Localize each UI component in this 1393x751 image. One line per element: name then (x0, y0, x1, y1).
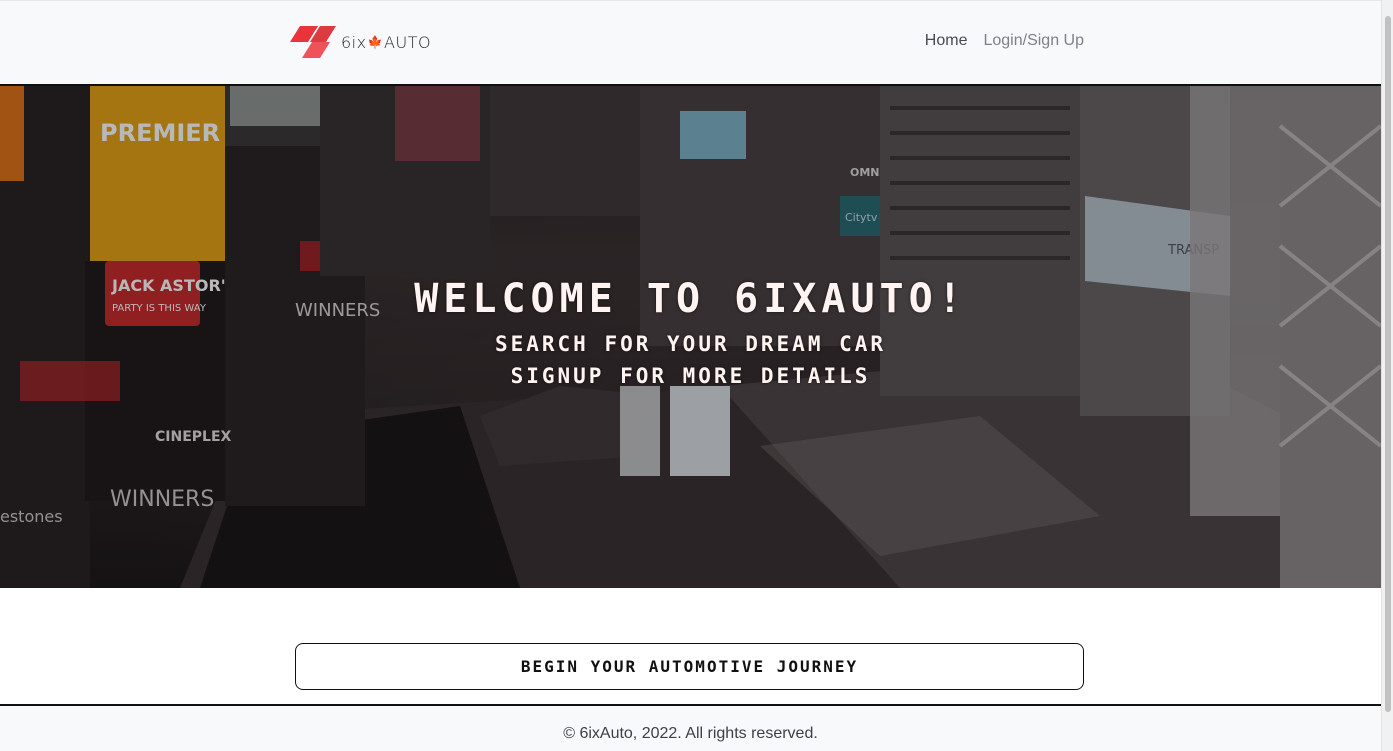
vertical-scrollbar[interactable] (1381, 0, 1393, 751)
footer-copyright: © 6ixAuto, 2022. All rights reserved. (563, 725, 818, 742)
top-navbar: 6ix 🍁 AUTO Home Login/Sign Up (0, 0, 1381, 86)
begin-journey-button[interactable]: BEGIN YOUR AUTOMOTIVE JOURNEY (295, 643, 1084, 690)
hero-title: WELCOME TO 6IXAUTO! (414, 276, 967, 322)
main-nav: Home Login/Sign Up (925, 32, 1084, 50)
nav-home-link[interactable]: Home (925, 32, 968, 50)
logo-text-suffix: AUTO (384, 32, 432, 52)
hero-text-block: WELCOME TO 6IXAUTO! SEARCH FOR YOUR DREA… (0, 276, 1381, 392)
maple-leaf-icon: 🍁 (367, 35, 384, 49)
logo-mark-icon (290, 26, 336, 58)
brand-logo[interactable]: 6ix 🍁 AUTO (290, 25, 431, 59)
hero-subtitle-line-1: SEARCH FOR YOUR DREAM CAR (494, 332, 887, 356)
hero-banner: PREMIER OU JACK ASTOR'S PARTY IS THIS WA… (0, 86, 1381, 588)
logo-text-prefix: 6ix (341, 32, 367, 52)
logo-text: 6ix 🍁 AUTO (341, 33, 431, 52)
footer: © 6ixAuto, 2022. All rights reserved. (0, 704, 1381, 751)
nav-login-signup-link[interactable]: Login/Sign Up (983, 32, 1084, 50)
scrollbar-thumb[interactable] (1385, 16, 1391, 712)
page: 6ix 🍁 AUTO Home Login/Sign Up PREMIER OU (0, 0, 1393, 751)
hero-subtitle-line-2: SIGNUP FOR MORE DETAILS (510, 364, 871, 388)
